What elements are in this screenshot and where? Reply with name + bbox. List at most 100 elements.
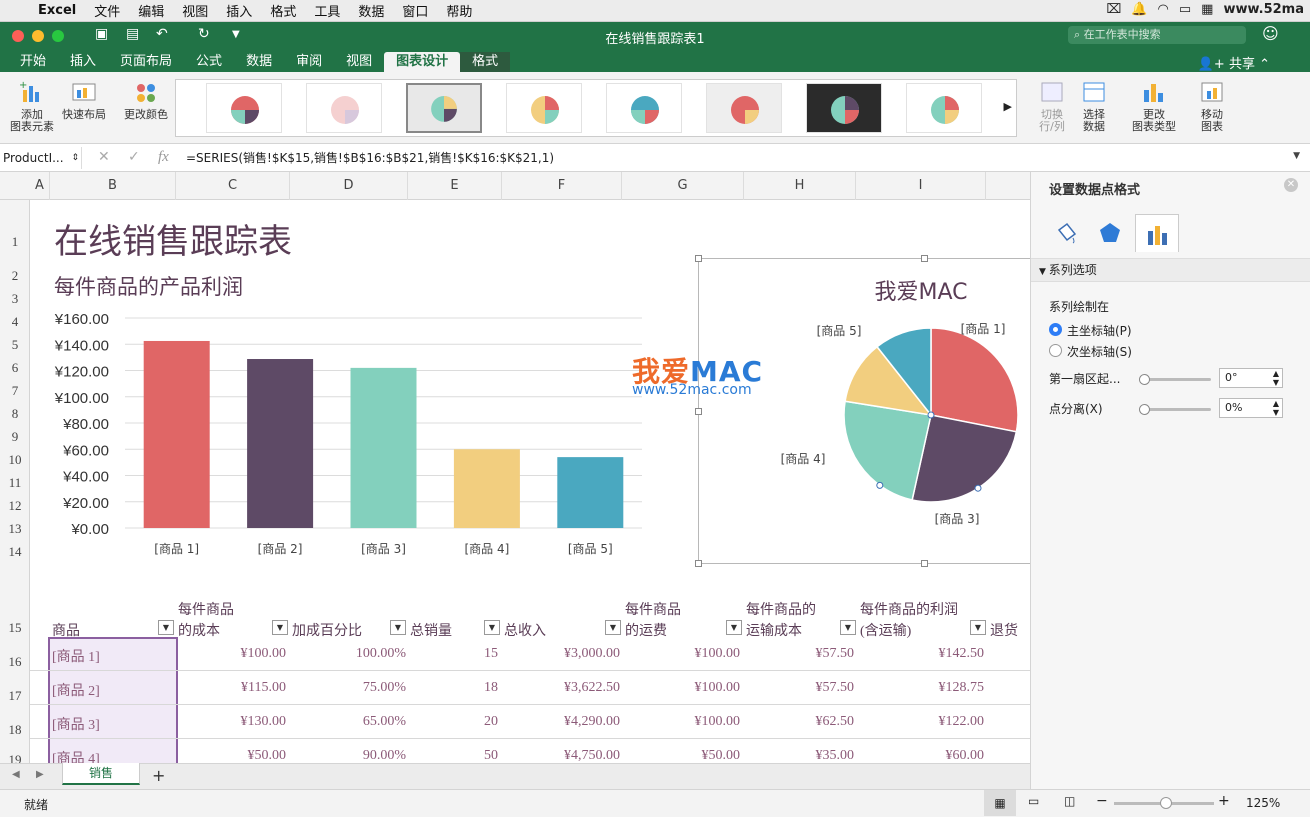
table-cell[interactable]: 90.00%	[363, 748, 406, 763]
table-cell[interactable]: ¥115.00	[241, 680, 286, 696]
pane-tab-effects[interactable]	[1097, 220, 1123, 246]
page-break-view-icon[interactable]: ◫	[1064, 794, 1075, 808]
formula-input[interactable]: =SERIES(销售!$K$15,销售!$B$16:$B$21,销售!$K$16…	[186, 149, 554, 166]
zoom-slider-knob[interactable]	[1160, 797, 1172, 809]
tab-data[interactable]: 数据	[234, 52, 284, 72]
resize-handle-nw[interactable]	[695, 255, 702, 262]
table-cell[interactable]: ¥3,622.50	[564, 680, 620, 696]
first-slice-angle-slider[interactable]	[1139, 374, 1211, 385]
prev-sheet-icon[interactable]: ◀	[12, 769, 20, 780]
table-cell[interactable]: ¥100.00	[241, 646, 287, 662]
row-header-5[interactable]: 5	[0, 337, 30, 353]
bell-icon[interactable]: 🔔	[1131, 2, 1147, 17]
name-box[interactable]: ProductI... ⇕	[0, 147, 82, 169]
column-header-e[interactable]: E	[408, 172, 502, 200]
chart-style-1[interactable]	[206, 83, 282, 133]
wifi-icon[interactable]: ◠	[1158, 2, 1169, 17]
table-cell[interactable]: ¥142.50	[939, 646, 985, 662]
filter-dropdown-icon[interactable]: ▼	[158, 620, 174, 635]
tab-insert[interactable]: 插入	[58, 52, 108, 72]
resize-handle-w[interactable]	[695, 408, 702, 415]
pane-tab-fill-line[interactable]	[1053, 220, 1079, 246]
smiley-feedback-icon[interactable]: ☺	[1262, 24, 1279, 43]
table-cell[interactable]: 50	[484, 748, 498, 763]
gallery-next-icon[interactable]: ▶	[1004, 100, 1012, 113]
add-sheet-button[interactable]: +	[152, 766, 165, 785]
row-header-7[interactable]: 7	[0, 383, 30, 399]
first-slice-angle-input[interactable]: 0° ▲ ▼	[1219, 368, 1283, 388]
close-pane-icon[interactable]: ✕	[1284, 178, 1298, 192]
primary-axis-radio[interactable]	[1049, 323, 1062, 336]
row-header-4[interactable]: 4	[0, 314, 30, 330]
table-cell[interactable]: ¥100.00	[695, 714, 741, 730]
share-button[interactable]: 👤+ 共享 ⌃	[1198, 53, 1270, 72]
column-header-a[interactable]: A	[30, 172, 50, 200]
table-cell[interactable]: 18	[484, 680, 498, 696]
chart-style-3[interactable]	[406, 83, 482, 133]
change-colors-button[interactable]: 更改颜色	[120, 78, 172, 121]
filter-dropdown-icon[interactable]: ▼	[484, 620, 500, 635]
next-sheet-icon[interactable]: ▶	[36, 769, 44, 780]
zoom-out-icon[interactable]: −	[1096, 793, 1108, 809]
row-header-10[interactable]: 10	[0, 452, 30, 468]
table-cell[interactable]: ¥50.00	[702, 748, 741, 763]
zoom-slider[interactable]	[1114, 797, 1214, 809]
row-header-1[interactable]: 1	[0, 234, 30, 250]
expand-formula-icon[interactable]: ▼	[1293, 151, 1300, 161]
flag-icon[interactable]: ▦	[1201, 2, 1213, 17]
table-cell[interactable]: 15	[484, 646, 498, 662]
filter-dropdown-icon[interactable]: ▼	[840, 620, 856, 635]
slider-knob[interactable]	[1139, 374, 1150, 385]
table-cell[interactable]: ¥57.50	[816, 646, 855, 662]
tab-page-layout[interactable]: 页面布局	[108, 52, 184, 72]
zoom-level[interactable]: 125%	[1246, 796, 1280, 810]
tab-chart-design[interactable]: 图表设计	[384, 52, 461, 72]
menu-data[interactable]: 数据	[358, 1, 384, 20]
menu-tools[interactable]: 工具	[314, 1, 340, 20]
table-cell[interactable]: ¥122.00	[939, 714, 985, 730]
point-explosion-slider[interactable]	[1139, 404, 1211, 415]
row-header-13[interactable]: 13	[0, 521, 30, 537]
add-chart-element-button[interactable]: + 添加 图表元素	[8, 78, 56, 133]
column-header-c[interactable]: C	[176, 172, 290, 200]
table-cell[interactable]: ¥4,750.00	[564, 748, 620, 763]
chart-style-7[interactable]	[806, 83, 882, 133]
product-name-cell[interactable]: [商品 1]	[52, 646, 100, 666]
column-header-b[interactable]: B	[50, 172, 176, 200]
worksheet-grid[interactable]: 在线销售跟踪表 每件商品的产品利润 ¥0.00 ¥20.00 ¥40.00 ¥60.00…	[30, 200, 1030, 763]
table-cell[interactable]: ¥35.00	[816, 748, 855, 763]
product-name-cell[interactable]: [商品 4]	[52, 748, 100, 763]
app-menu[interactable]: Excel	[38, 3, 76, 18]
filter-dropdown-icon[interactable]: ▼	[390, 620, 406, 635]
row-header-6[interactable]: 6	[0, 360, 30, 376]
tab-home[interactable]: 开始	[8, 52, 58, 72]
table-cell[interactable]: ¥130.00	[241, 714, 287, 730]
table-cell[interactable]: ¥57.50	[816, 680, 855, 696]
row-header-18[interactable]: 18	[0, 722, 30, 738]
table-cell[interactable]: 20	[484, 714, 498, 730]
table-cell[interactable]: ¥100.00	[695, 680, 741, 696]
slider-knob[interactable]	[1139, 404, 1150, 415]
column-header-h[interactable]: H	[744, 172, 856, 200]
confirm-icon[interactable]: ✓	[128, 149, 140, 165]
menu-window[interactable]: 窗口	[402, 1, 428, 20]
tab-formulas[interactable]: 公式	[184, 52, 234, 72]
status-icon[interactable]: ⌧	[1106, 2, 1121, 17]
menu-format[interactable]: 格式	[270, 1, 296, 20]
secondary-axis-radio[interactable]	[1049, 344, 1062, 357]
filter-dropdown-icon[interactable]: ▼	[970, 620, 986, 635]
table-cell[interactable]: ¥128.75	[939, 680, 985, 696]
series-options-header[interactable]: ▼ 系列选项	[1031, 258, 1310, 282]
search-input[interactable]: ⌕ 在工作表中搜索	[1068, 26, 1246, 44]
product-name-cell[interactable]: [商品 3]	[52, 714, 100, 734]
quick-layout-button[interactable]: 快速布局	[60, 78, 108, 121]
column-header-f[interactable]: F	[502, 172, 622, 200]
pane-tab-series-options[interactable]	[1135, 214, 1179, 252]
filter-dropdown-icon[interactable]: ▼	[272, 620, 288, 635]
change-chart-type-button[interactable]: 更改 图表类型	[1128, 78, 1180, 133]
row-header-2[interactable]: 2	[0, 268, 30, 284]
menu-file[interactable]: 文件	[94, 1, 120, 20]
page-layout-view-icon[interactable]: ▭	[1028, 794, 1039, 808]
row-header-15[interactable]: 15	[0, 620, 30, 636]
column-header-g[interactable]: G	[622, 172, 744, 200]
